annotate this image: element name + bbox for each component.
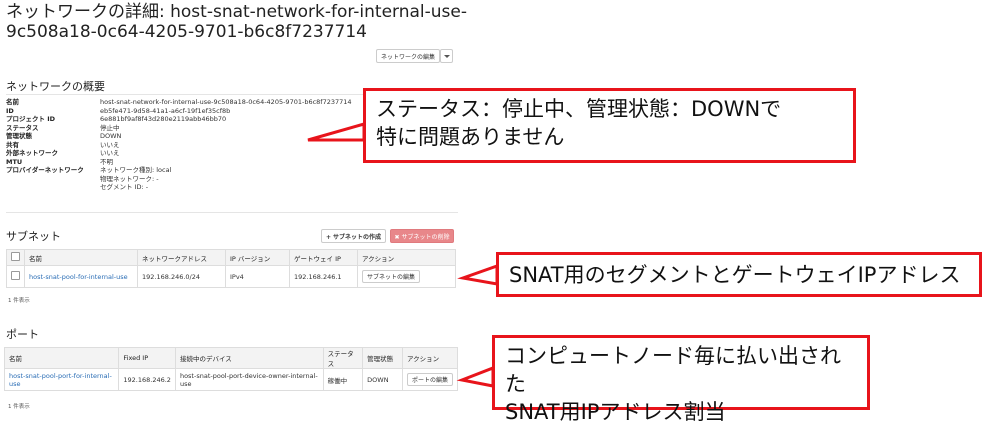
port-callout-line2: SNAT用IPアドレス割当 xyxy=(505,400,726,424)
port-callout: コンピュートノード毎に払い出された SNAT用IPアドレス割当 xyxy=(492,335,870,424)
status-callout-line2: 特に問題ありません xyxy=(376,125,565,149)
status-callout-pointer xyxy=(307,122,366,142)
port-callout-line1: コンピュートノード毎に払い出された xyxy=(505,344,841,396)
subnet-callout-line1: SNAT用のセグメントとゲートウェイIPアドレス xyxy=(509,263,961,287)
subnet-callout: SNAT用のセグメントとゲートウェイIPアドレス xyxy=(496,252,982,297)
port-callout-pointer xyxy=(456,365,495,388)
subnet-callout-pointer xyxy=(457,263,499,286)
status-callout-line1: ステータス：停止中、管理状態：DOWNで xyxy=(376,97,782,121)
status-callout: ステータス：停止中、管理状態：DOWNで 特に問題ありません xyxy=(363,88,856,163)
